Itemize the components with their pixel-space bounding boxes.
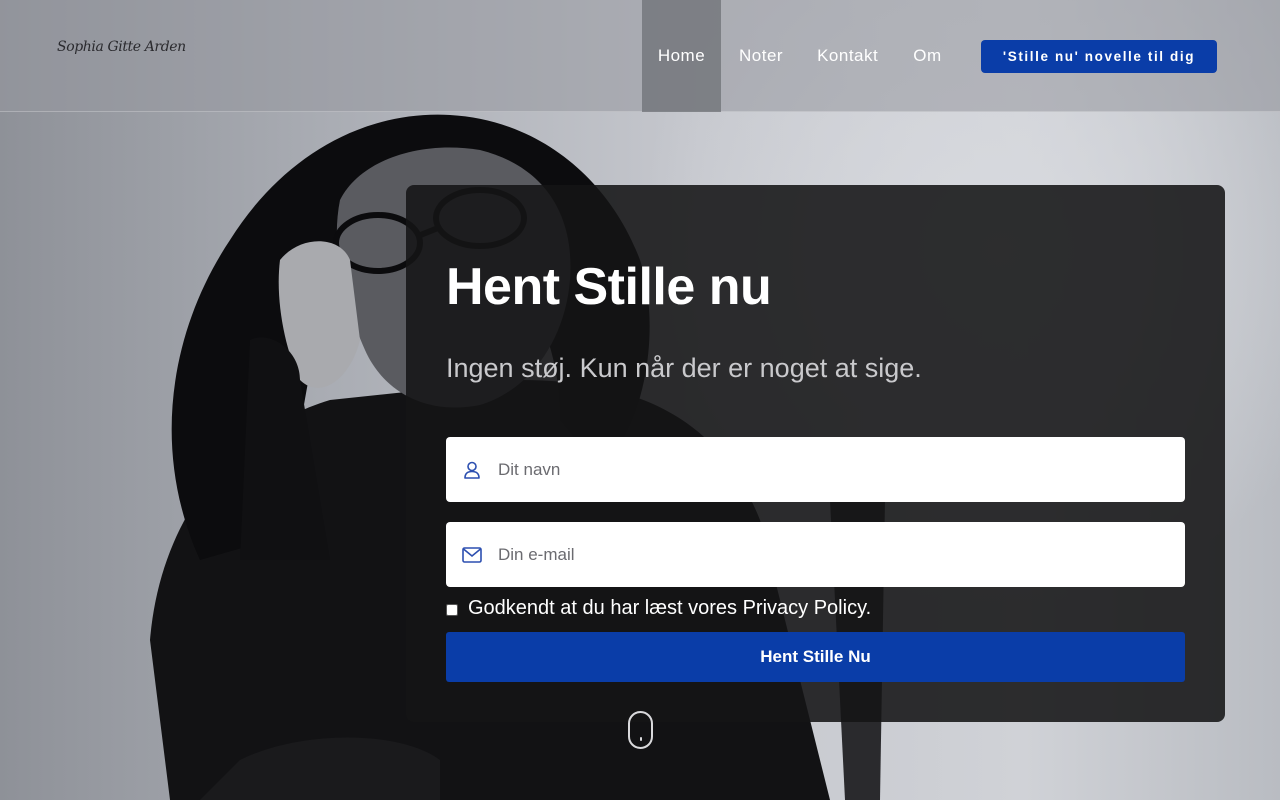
site-header: Sophia Gitte Arden Home Noter Kontakt Om… (0, 0, 1280, 112)
nav-item-kontakt[interactable]: Kontakt (802, 0, 893, 112)
name-field[interactable] (446, 437, 1185, 502)
signup-card: Hent Stille nu Ingen støj. Kun når der e… (406, 185, 1225, 722)
novelle-cta-button[interactable]: 'Stille nu' novelle til dig (981, 40, 1217, 73)
email-input[interactable] (498, 522, 1185, 587)
consent-row: Godkendt at du har læst vores Privacy Po… (446, 597, 871, 620)
scroll-down-icon[interactable] (628, 711, 653, 749)
email-field[interactable] (446, 522, 1185, 587)
submit-button[interactable]: Hent Stille Nu (446, 632, 1185, 682)
main-nav: Home Noter Kontakt Om (642, 0, 957, 112)
user-icon (446, 461, 498, 479)
consent-label[interactable]: Godkendt at du har læst vores Privacy Po… (468, 597, 871, 620)
envelope-icon (446, 546, 498, 563)
nav-item-home[interactable]: Home (642, 0, 721, 112)
site-logo[interactable]: Sophia Gitte Arden (57, 39, 186, 55)
scroll-wheel-dot (640, 737, 642, 741)
name-input[interactable] (498, 437, 1185, 502)
consent-checkbox[interactable] (446, 603, 458, 616)
signup-subtitle: Ingen støj. Kun når der er noget at sige… (446, 353, 922, 383)
nav-item-noter[interactable]: Noter (724, 0, 798, 112)
signup-title: Hent Stille nu (446, 258, 772, 316)
nav-item-om[interactable]: Om (898, 0, 956, 112)
